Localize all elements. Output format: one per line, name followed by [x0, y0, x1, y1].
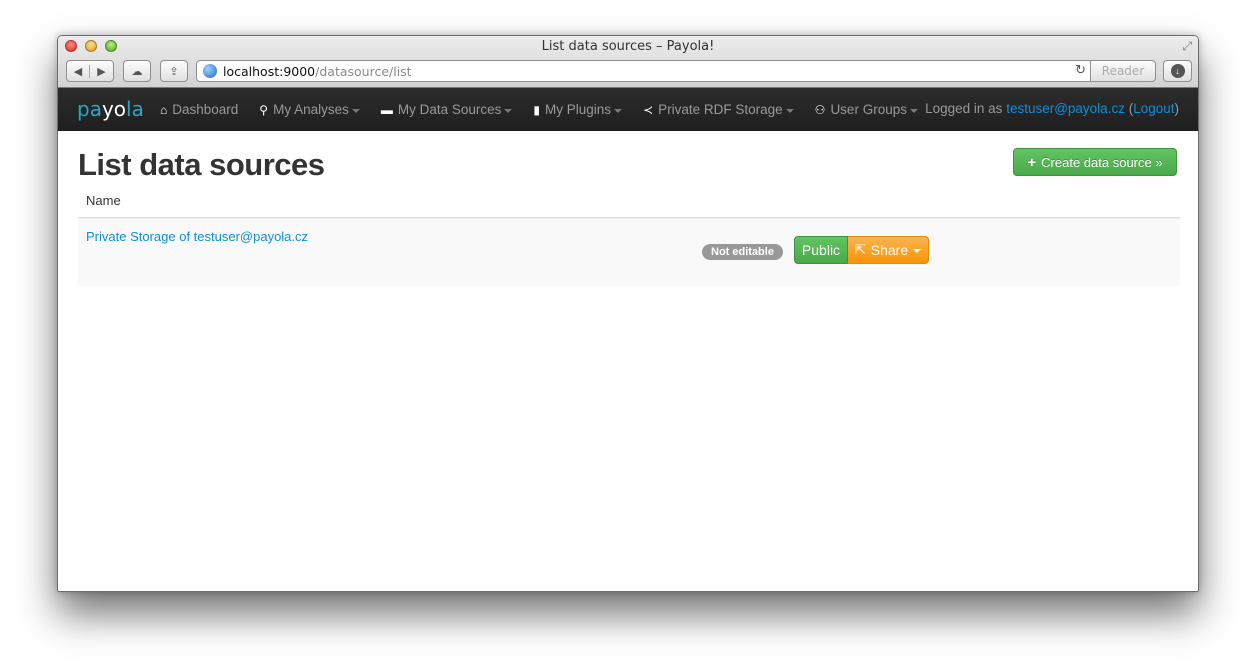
nav-item-label: Private RDF Storage: [658, 102, 783, 117]
nav-item-dashboard[interactable]: ⌂ Dashboard: [160, 102, 238, 117]
browser-window: List data sources – Payola! ⤢ ◀ ▶ ☁ ⇪ lo…: [57, 35, 1199, 592]
row-actions: Public ⇱ Share: [794, 236, 929, 264]
window-title: List data sources – Payola!: [541, 39, 715, 54]
create-button-label: Create data source »: [1041, 154, 1163, 170]
caret-down-icon: [351, 108, 360, 113]
downloads-button[interactable]: ↓: [1163, 60, 1192, 82]
home-icon: ⌂: [160, 102, 168, 117]
hdd-icon: ▬: [380, 102, 393, 117]
login-info: Logged in as testuser@payola.cz (Logout): [925, 101, 1179, 116]
brand-text: la: [126, 97, 144, 121]
users-icon: ⚇: [814, 102, 826, 117]
create-data-source-button[interactable]: + Create data source »: [1013, 148, 1177, 176]
nav-item-my-analyses[interactable]: ⚲ My Analyses: [259, 102, 360, 117]
icloud-tabs-button[interactable]: ☁: [123, 60, 151, 82]
download-icon: ↓: [1170, 64, 1185, 78]
forward-button[interactable]: ▶: [90, 65, 113, 78]
caret-down-icon: [909, 108, 918, 113]
brand-logo[interactable]: payola: [77, 97, 144, 121]
nav-item-label: Dashboard: [172, 102, 239, 117]
reader-button[interactable]: Reader: [1090, 60, 1156, 82]
caret-down-icon: [614, 108, 623, 113]
file-icon: ▮: [533, 102, 541, 117]
user-email-link[interactable]: testuser@payola.cz: [1006, 101, 1125, 116]
address-bar[interactable]: localhost:9000/datasource/list ↻: [196, 60, 1093, 82]
plus-icon: +: [1027, 153, 1037, 171]
reload-icon[interactable]: ↻: [1075, 63, 1086, 78]
table-row: Private Storage of testuser@payola.cz No…: [78, 218, 1180, 286]
data-source-link[interactable]: Private Storage of testuser@payola.cz: [86, 229, 308, 244]
back-forward-buttons: ◀ ▶: [66, 60, 114, 82]
nav-item-my-plugins[interactable]: ▮ My Plugins: [533, 102, 623, 117]
nav-item-my-data-sources[interactable]: ▬ My Data Sources: [381, 102, 513, 117]
caret-down-icon: [913, 249, 922, 253]
share-dropdown-button[interactable]: ⇱ Share: [848, 236, 929, 264]
search-icon: ⚲: [259, 102, 269, 117]
brand-text: pa: [77, 97, 102, 121]
browser-toolbar: List data sources – Payola! ⤢ ◀ ▶ ☁ ⇪ lo…: [58, 36, 1198, 88]
logout-link[interactable]: Logout: [1133, 101, 1174, 116]
brand-text-accent: yo: [101, 97, 127, 121]
back-button[interactable]: ◀: [67, 64, 90, 78]
globe-icon: [203, 64, 217, 78]
url-path: /datasource/list: [315, 63, 412, 79]
fullscreen-icon[interactable]: ⤢: [1182, 39, 1192, 54]
navbar: payola ⌂ Dashboard ⚲ My Analyses ▬ My Da…: [58, 88, 1198, 131]
page-title: List data sources: [78, 147, 325, 182]
caret-down-icon: [785, 108, 794, 113]
cloud-icon: ☁: [131, 65, 143, 78]
share-page-button[interactable]: ⇪: [160, 60, 188, 82]
column-header-name: Name: [78, 185, 1180, 218]
url-host: localhost:9000: [223, 63, 316, 79]
nav-item-label: My Plugins: [545, 102, 612, 117]
not-editable-badge: Not editable: [702, 244, 783, 260]
share-button-label: Share: [870, 242, 909, 258]
data-sources-table: Name Private Storage of testuser@payola.…: [78, 185, 1180, 286]
nav-menu: ⌂ Dashboard ⚲ My Analyses ▬ My Data Sour…: [160, 88, 939, 131]
share-nodes-icon: ≺: [643, 102, 654, 117]
nav-item-label: My Data Sources: [397, 102, 502, 117]
nav-item-user-groups[interactable]: ⚇ User Groups: [815, 102, 918, 117]
logged-in-label: Logged in as: [925, 101, 1007, 116]
public-button[interactable]: Public: [794, 236, 848, 264]
share-icon: ⇪: [169, 65, 179, 78]
nav-item-label: My Analyses: [273, 102, 349, 117]
nav-item-label: User Groups: [830, 102, 907, 117]
nav-item-private-rdf-storage[interactable]: ≺ Private RDF Storage: [643, 102, 794, 117]
share-icon: ⇱: [854, 242, 866, 257]
caret-down-icon: [504, 108, 513, 113]
